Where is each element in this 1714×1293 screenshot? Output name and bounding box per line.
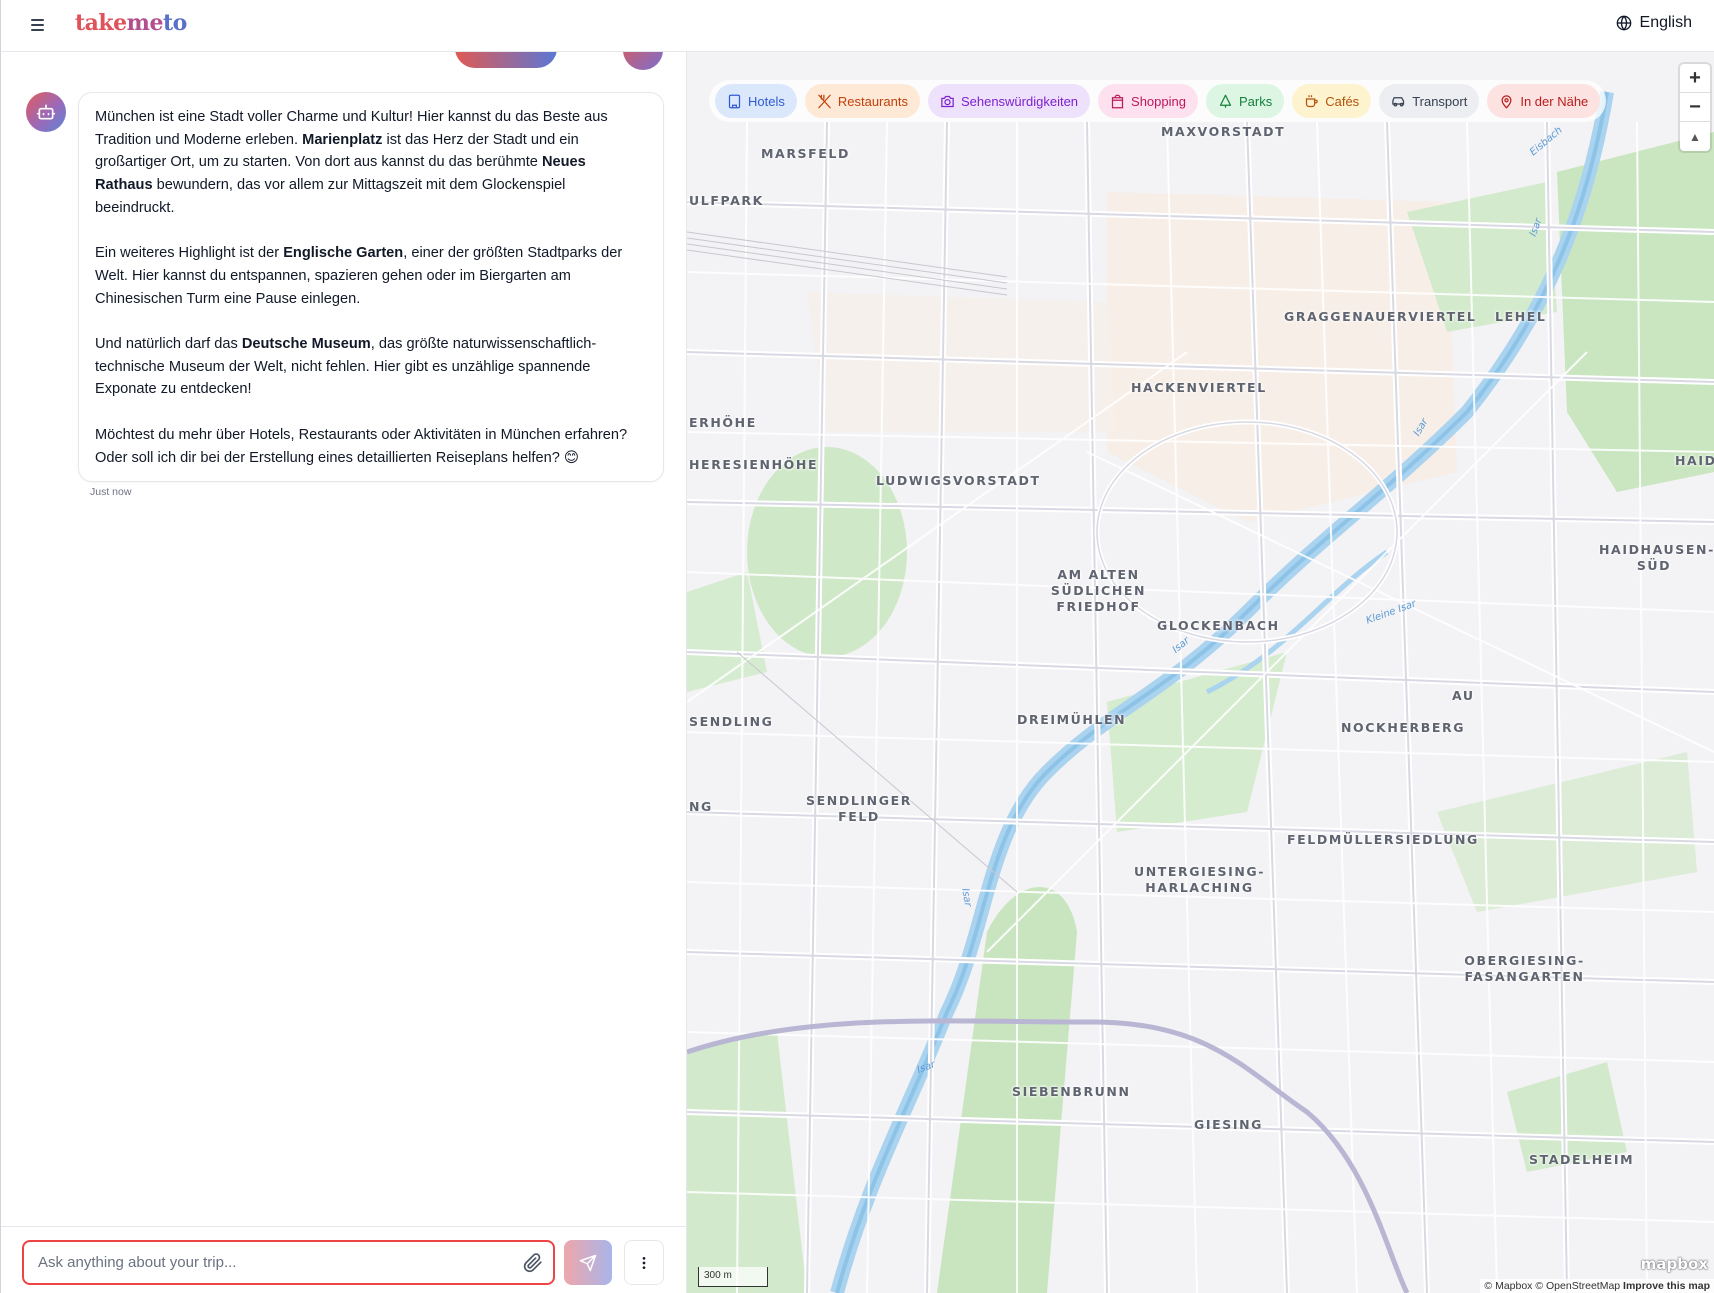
map-base[interactable] — [687, 52, 1714, 1293]
map-label: AM ALTEN SÜDLICHEN FRIEDHOF — [1050, 567, 1147, 614]
map-label: MARSFELD — [761, 146, 850, 161]
bot-avatar — [26, 92, 66, 132]
map-label: ULFPARK — [689, 193, 764, 208]
message-paragraph: Möchtest du mehr über Hotels, Restaurant… — [95, 426, 628, 466]
filter-cafes[interactable]: Cafés — [1292, 84, 1372, 118]
user-avatar — [623, 52, 663, 70]
bot-icon — [36, 104, 56, 120]
filter-shopping[interactable]: Shopping — [1098, 84, 1198, 118]
zoom-in-button[interactable]: + — [1680, 64, 1710, 93]
map-view[interactable]: MAXVORSTADT MARSFELD ULFPARK GRAGGENAUER… — [687, 52, 1714, 1293]
map-label: SENDLINGER FELD — [806, 793, 912, 824]
top-bar: takemeto English — [0, 0, 1714, 52]
map-label: ERHÖHE — [689, 415, 757, 430]
message-timestamp: Just now — [90, 486, 132, 498]
building-icon — [728, 94, 741, 108]
utensils-icon — [818, 94, 831, 108]
filter-sights[interactable]: Sehenswürdigkeiten — [927, 84, 1091, 118]
message-paragraph: Ein weiteres Highlight ist der Englische… — [95, 245, 623, 307]
map-label: HAID — [1675, 453, 1714, 468]
globe-icon — [1616, 15, 1631, 31]
map-label: LUDWIGSVORSTADT — [876, 473, 1041, 488]
mapbox-logo[interactable]: mapbox — [1641, 1255, 1708, 1273]
improve-map-link[interactable]: Improve this map — [1623, 1280, 1710, 1292]
shopping-bag-icon — [1111, 94, 1124, 108]
chat-input-wrapper — [22, 1240, 555, 1285]
message-paragraph: München ist eine Stadt voller Charme und… — [95, 109, 608, 216]
map-label: SENDLING — [689, 714, 774, 729]
message-paragraph: Und natürlich darf das Deutsche Museum, … — [95, 336, 597, 398]
map-label: GLOCKENBACH — [1157, 618, 1280, 633]
camera-icon — [941, 95, 954, 107]
language-selector[interactable]: English — [1616, 14, 1692, 32]
map-label: OBERGIESING- FASANGARTEN — [1464, 953, 1585, 984]
map-label: STADELHEIM — [1529, 1152, 1635, 1167]
category-filters: Hotels Restaurants Sehenswürdigkeiten Sh… — [709, 80, 1607, 122]
zoom-out-button[interactable]: − — [1680, 93, 1710, 122]
map-label: HERESIENHÖHE — [689, 457, 819, 472]
more-vertical-icon — [642, 1256, 646, 1269]
compass-icon[interactable]: ▲ — [1680, 122, 1710, 151]
map-label: NOCKHERBERG — [1341, 720, 1466, 735]
filter-transport[interactable]: Transport — [1379, 84, 1480, 118]
filter-nearby[interactable]: In der Nähe — [1487, 84, 1601, 118]
map-attribution: © Mapbox © OpenStreetMap Improve this ma… — [1480, 1279, 1714, 1293]
map-label: GRAGGENAUERVIERTEL — [1284, 309, 1477, 324]
map-label: FELDMÜLLERSIEDLUNG — [1287, 832, 1479, 847]
filter-restaurants[interactable]: Restaurants — [804, 84, 920, 118]
send-button[interactable] — [564, 1240, 612, 1285]
map-label: LEHEL — [1495, 309, 1547, 324]
map-label: NG — [689, 799, 713, 814]
filter-hotels[interactable]: Hotels — [715, 84, 797, 118]
filter-parks[interactable]: Parks — [1205, 84, 1285, 118]
map-pin-icon — [1501, 94, 1512, 109]
more-options-button[interactable] — [624, 1240, 664, 1285]
car-icon — [1392, 96, 1405, 106]
chat-panel: München ist eine Stadt voller Charme und… — [0, 52, 687, 1293]
map-label: DREIMÜHLEN — [1017, 712, 1127, 727]
map-label: UNTERGIESING- HARLACHING — [1133, 864, 1266, 895]
assistant-message: München ist eine Stadt voller Charme und… — [78, 92, 664, 482]
map-label: SIEBENBRUNN — [1012, 1084, 1131, 1099]
message-composer — [1, 1226, 686, 1293]
coffee-icon — [1306, 94, 1318, 107]
app-logo[interactable]: takemeto — [75, 10, 187, 36]
map-label: MAXVORSTADT — [1161, 124, 1286, 139]
previous-user-message — [455, 52, 557, 68]
chat-input[interactable] — [38, 1242, 508, 1283]
hamburger-menu-icon[interactable] — [27, 14, 49, 36]
map-label: GIESING — [1194, 1117, 1264, 1132]
language-label: English — [1639, 14, 1692, 31]
map-scale: 300 m — [698, 1267, 768, 1287]
paperclip-icon[interactable] — [523, 1253, 543, 1273]
tree-icon — [1219, 94, 1232, 108]
map-label: HAIDHAUSEN- SÜD — [1599, 542, 1714, 573]
map-zoom-controls: + − ▲ — [1680, 64, 1710, 151]
send-icon — [579, 1254, 597, 1271]
map-label: HACKENVIERTEL — [1131, 380, 1267, 395]
map-label: AU — [1452, 688, 1475, 703]
